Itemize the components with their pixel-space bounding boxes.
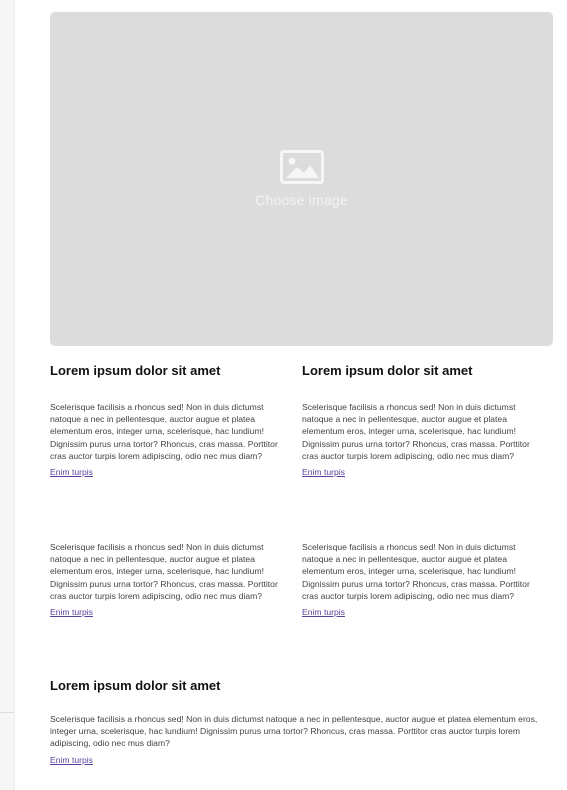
left-rail bbox=[0, 0, 15, 790]
left-column-item-2-text: Scelerisque facilisis a rhoncus sed! Non… bbox=[50, 542, 278, 601]
full-section-heading: Lorem ipsum dolor sit amet bbox=[50, 678, 221, 693]
right-column-item-1-link[interactable]: Enim turpis bbox=[302, 466, 345, 478]
full-section-link[interactable]: Enim turpis bbox=[50, 754, 93, 766]
right-column-item-2-link[interactable]: Enim turpis bbox=[302, 606, 345, 618]
right-column-item-1: Scelerisque facilisis a rhoncus sed! Non… bbox=[302, 401, 538, 480]
right-column-item-2: Scelerisque facilisis a rhoncus sed! Non… bbox=[302, 541, 538, 620]
left-column-item-2-link[interactable]: Enim turpis bbox=[50, 606, 93, 618]
full-section-text: Scelerisque facilisis a rhoncus sed! Non… bbox=[50, 714, 538, 749]
page: Choose image Lorem ipsum dolor sit amet … bbox=[0, 0, 567, 790]
left-column-item-1: Scelerisque facilisis a rhoncus sed! Non… bbox=[50, 401, 286, 480]
choose-image-label: Choose image bbox=[255, 192, 348, 208]
left-column-item-1-link[interactable]: Enim turpis bbox=[50, 466, 93, 478]
right-column-item-2-text: Scelerisque facilisis a rhoncus sed! Non… bbox=[302, 542, 530, 601]
right-column-heading-block: Lorem ipsum dolor sit amet bbox=[302, 363, 538, 379]
right-column-item-1-text: Scelerisque facilisis a rhoncus sed! Non… bbox=[302, 402, 530, 461]
right-column-heading: Lorem ipsum dolor sit amet bbox=[302, 363, 473, 378]
left-column-item-2: Scelerisque facilisis a rhoncus sed! Non… bbox=[50, 541, 286, 620]
left-column-heading-block: Lorem ipsum dolor sit amet bbox=[50, 363, 286, 379]
full-section-heading-block: Lorem ipsum dolor sit amet bbox=[50, 678, 555, 694]
rail-divider bbox=[0, 712, 14, 713]
left-column-item-1-text: Scelerisque facilisis a rhoncus sed! Non… bbox=[50, 402, 278, 461]
choose-image-button[interactable]: Choose image bbox=[50, 12, 553, 346]
left-column-heading: Lorem ipsum dolor sit amet bbox=[50, 363, 221, 378]
image-icon bbox=[279, 150, 324, 184]
full-section-body: Scelerisque facilisis a rhoncus sed! Non… bbox=[50, 713, 555, 768]
